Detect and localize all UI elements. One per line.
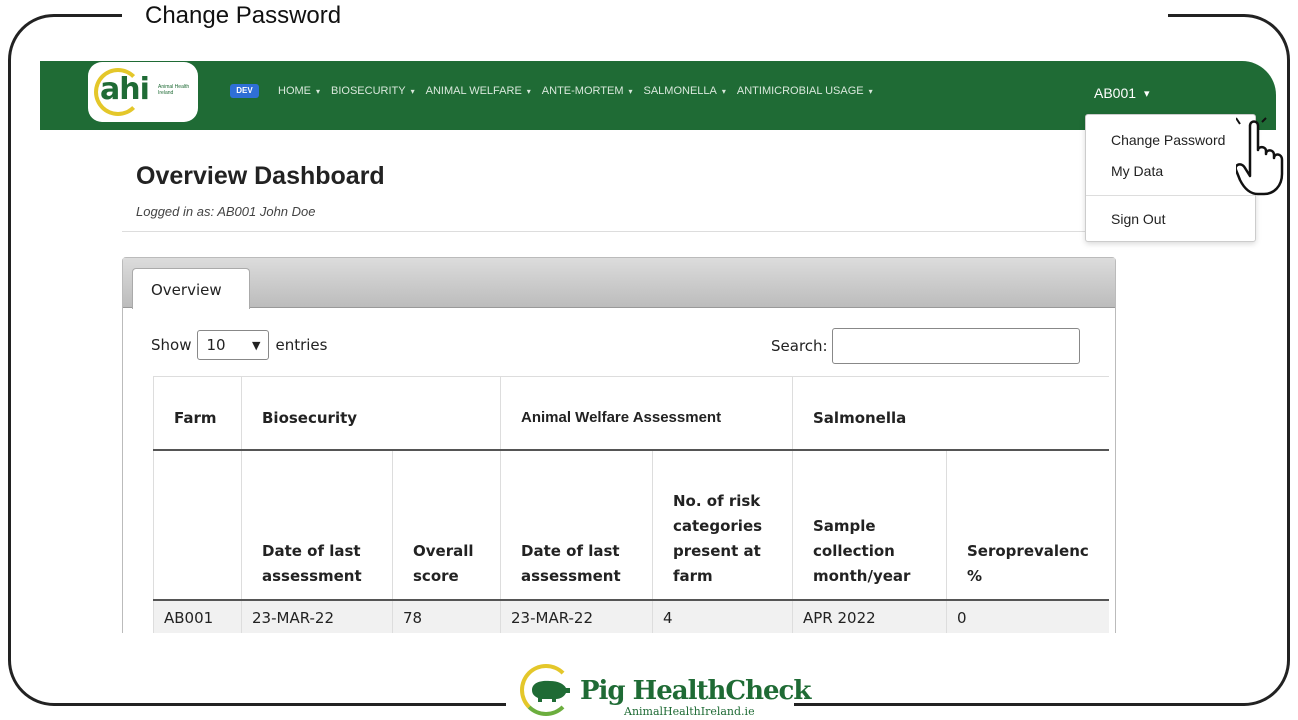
chevron-down-icon: ▾ — [1144, 87, 1150, 100]
table-cell: AB001 — [153, 599, 242, 633]
frame-title: Change Password — [145, 2, 342, 29]
show-label: Show — [151, 336, 192, 354]
nav-menu: HOME ▾ BIOSECURITY ▾ ANIMAL WELFARE ▾ ANTE-… — [278, 83, 884, 99]
entries-label: entries — [275, 336, 328, 354]
user-name: AB001 — [1094, 85, 1137, 101]
nav-item-label: SALMONELLA — [643, 85, 717, 97]
tab-overview[interactable]: Overview — [132, 268, 250, 309]
pointer-hand-icon — [1236, 116, 1284, 196]
header-farm[interactable]: Farm — [153, 376, 242, 451]
menu-item-sign-out[interactable]: Sign Out — [1111, 211, 1165, 227]
chevron-down-icon: ▼ — [252, 338, 261, 352]
user-dropdown-menu: Change Password My Data Sign Out — [1085, 114, 1256, 242]
ahi-logo[interactable]: ahi Animal Health Ireland — [88, 62, 198, 122]
footer-logo-title: Pig HealthCheck — [580, 676, 811, 706]
page-title: Overview Dashboard — [136, 162, 385, 190]
subheader-bio-score[interactable]: Overall score — [392, 449, 501, 601]
menu-item-my-data[interactable]: My Data — [1111, 163, 1163, 179]
nav-item-antimicrobial-usage[interactable]: ANTIMICROBIAL USAGE ▾ — [737, 83, 873, 99]
chevron-down-icon: ▾ — [628, 86, 633, 96]
overview-panel: Overview Show 10 ▼ entries Search: Farm … — [122, 257, 1116, 633]
subheader-aw-risk[interactable]: No. of risk categories present at farm — [652, 449, 793, 601]
table-cell: 23-MAR-22 — [500, 599, 653, 633]
subheader-aw-date[interactable]: Date of last assessment — [500, 449, 653, 601]
subheader-bio-date[interactable]: Date of last assessment — [241, 449, 393, 601]
nav-item-label: BIOSECURITY — [331, 85, 406, 97]
table-cell: 4 — [652, 599, 793, 633]
table-cell: APR 2022 — [792, 599, 947, 633]
app-screenshot: ahi Animal Health Ireland DEV HOME ▾ BIOS… — [40, 61, 1276, 633]
pig-healthcheck-logo: Pig HealthCheck AnimalHealthIreland.ie — [520, 660, 811, 720]
menu-item-change-password[interactable]: Change Password — [1111, 132, 1225, 148]
chevron-down-icon: ▾ — [721, 86, 726, 96]
nav-item-home[interactable]: HOME ▾ — [278, 83, 320, 99]
search-input[interactable] — [831, 328, 1080, 364]
table-row[interactable]: AB001 23-MAR-22 78 23-MAR-22 4 APR 2022 … — [153, 599, 1109, 633]
chevron-down-icon: ▾ — [316, 86, 321, 96]
search-label: Search: — [771, 337, 828, 355]
table-cell: 0 — [945, 599, 1109, 633]
logo-subtext: Animal Health Ireland — [158, 84, 190, 96]
nav-item-label: ANIMAL WELFARE — [425, 85, 522, 97]
subheader-sal-seroprevalence[interactable]: Seroprevalenc % — [945, 449, 1109, 601]
header-salmonella[interactable]: Salmonella — [791, 376, 1109, 451]
footer-logo-subtitle: AnimalHealthIreland.ie — [624, 705, 755, 718]
pig-icon — [532, 680, 570, 702]
tab-bar: Overview — [123, 258, 1115, 309]
logged-in-text: Logged in as: AB001 John Doe — [136, 204, 316, 219]
table-cell: 23-MAR-22 — [241, 599, 393, 633]
nav-item-label: HOME — [278, 85, 311, 97]
menu-divider — [1086, 195, 1255, 196]
nav-item-animal-welfare[interactable]: ANIMAL WELFARE ▾ — [426, 83, 531, 99]
entries-value: 10 — [206, 336, 226, 354]
header-biosecurity[interactable]: Biosecurity — [241, 376, 501, 451]
entries-select[interactable]: 10 ▼ — [197, 330, 270, 360]
nav-item-label: ANTIMICROBIAL USAGE — [736, 85, 864, 97]
entries-length-control: Show 10 ▼ entries — [151, 330, 327, 360]
nav-item-ante-mortem[interactable]: ANTE-MORTEM ▾ — [542, 83, 633, 99]
user-menu-toggle[interactable]: AB001 ▾ — [1094, 83, 1150, 103]
header-animal-welfare[interactable]: Animal Welfare Assessment — [500, 376, 793, 451]
nav-item-label: ANTE-MORTEM — [541, 85, 624, 97]
chevron-down-icon: ▾ — [868, 86, 873, 96]
logo-text: ahi — [100, 72, 150, 107]
table-cell: 78 — [392, 599, 501, 633]
table-sub-header-row: Date of last assessment Overall score Da… — [153, 449, 1109, 601]
subheader-farm[interactable] — [153, 449, 242, 601]
overview-table: Farm Biosecurity Animal Welfare Assessme… — [153, 376, 1109, 633]
env-badge: DEV — [230, 84, 259, 98]
search-control: Search: — [771, 328, 1080, 364]
chevron-down-icon: ▾ — [410, 86, 415, 96]
subheader-sal-month[interactable]: Sample collection month/year — [792, 449, 947, 601]
nav-item-salmonella[interactable]: SALMONELLA ▾ — [644, 83, 726, 99]
nav-item-biosecurity[interactable]: BIOSECURITY ▾ — [331, 83, 415, 99]
chevron-down-icon: ▾ — [526, 86, 531, 96]
table-group-header-row: Farm Biosecurity Animal Welfare Assessme… — [153, 376, 1109, 451]
divider — [122, 231, 1132, 232]
